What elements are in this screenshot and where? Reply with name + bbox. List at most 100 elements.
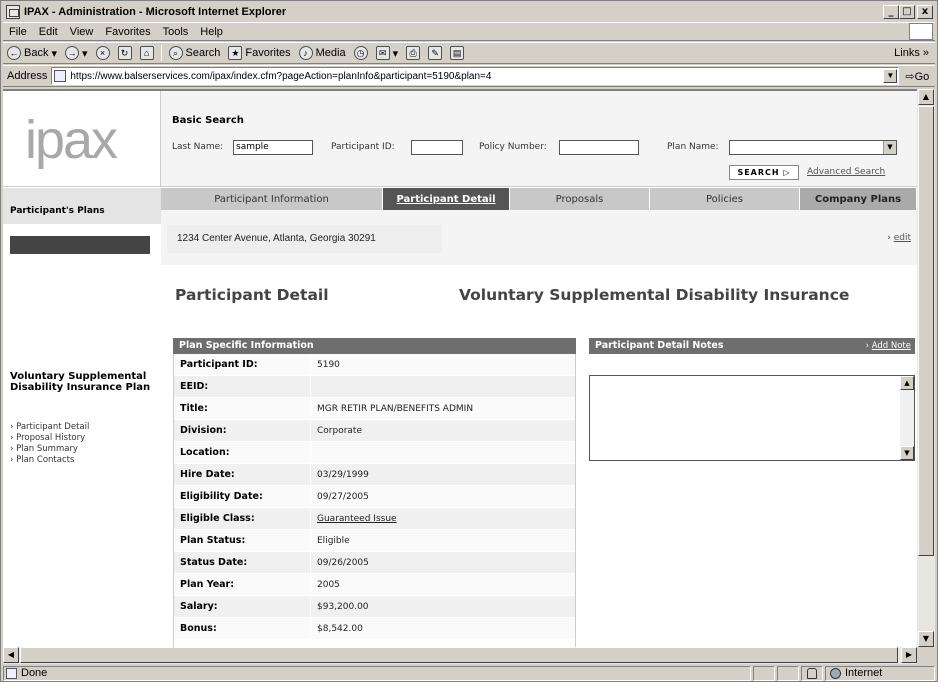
discuss-button[interactable]: ▤ xyxy=(446,46,468,60)
minimize-button[interactable]: _ xyxy=(883,5,899,19)
add-note-label: Add Note xyxy=(871,341,911,351)
address-url: https://www.balserservices.com/ipax/inde… xyxy=(70,70,492,82)
field-value: Corporate xyxy=(317,426,362,436)
forward-arrow-icon: → xyxy=(65,46,79,60)
notes-scrollbar[interactable]: ▲ ▼ xyxy=(900,376,914,460)
sidebar-plan-selector[interactable] xyxy=(10,236,150,254)
scroll-left-button[interactable]: ◀ xyxy=(3,647,19,663)
address-field[interactable]: https://www.balserservices.com/ipax/inde… xyxy=(51,67,900,85)
tab-company-plans[interactable]: Company Plans xyxy=(800,188,917,210)
history-icon: ◷ xyxy=(353,46,368,60)
scroll-up-button[interactable]: ▲ xyxy=(918,89,934,105)
plan-name-select[interactable]: ▼ xyxy=(729,140,897,155)
menu-view[interactable]: View xyxy=(64,26,100,38)
status-bar: Done Internet xyxy=(3,665,935,681)
discuss-icon: ▤ xyxy=(450,46,465,60)
search-button[interactable]: ⌕ Search xyxy=(165,46,225,60)
table-row: Eligible Class: Guaranteed Issue xyxy=(174,508,575,530)
participant-id-label: Participant ID: xyxy=(331,142,395,152)
field-label: Participant ID: xyxy=(174,354,311,375)
menu-file[interactable]: File xyxy=(3,26,33,38)
window-controls: _ □ x xyxy=(883,5,933,19)
page-title: Participant Detail xyxy=(175,286,329,304)
scroll-up-icon[interactable]: ▲ xyxy=(900,376,914,390)
horizontal-scrollbar[interactable]: ◀ ▶ xyxy=(3,647,917,664)
tab-participant-information[interactable]: Participant Information xyxy=(161,188,383,210)
sidebar-item-plan-contacts[interactable]: › Plan Contacts xyxy=(10,455,89,466)
field-value xyxy=(311,376,575,397)
tab-proposals[interactable]: Proposals xyxy=(510,188,650,210)
forward-button[interactable]: → ▾ xyxy=(61,46,92,60)
sidebar-item-proposal-history[interactable]: › Proposal History xyxy=(10,433,89,444)
ie-icon xyxy=(6,5,20,19)
plan-info-title: Plan Specific Information xyxy=(173,338,576,354)
zone-label: Internet xyxy=(845,667,883,679)
search-button-page[interactable]: SEARCH ▷ xyxy=(729,165,799,180)
table-row: Status Date: 09/26/2005 xyxy=(174,552,575,574)
field-value: 5190 xyxy=(317,360,340,370)
go-label: Go xyxy=(914,70,930,83)
tab-policies[interactable]: Policies xyxy=(650,188,800,210)
close-button[interactable]: x xyxy=(917,5,933,19)
notes-textarea[interactable]: ▲ ▼ xyxy=(589,375,915,461)
policy-number-input[interactable] xyxy=(559,140,639,155)
menu-help[interactable]: Help xyxy=(194,26,229,38)
mail-icon: ✉ xyxy=(375,46,390,60)
menu-edit[interactable]: Edit xyxy=(33,26,64,38)
address-bar: Address https://www.balserservices.com/i… xyxy=(3,65,935,87)
menu-favorites[interactable]: Favorites xyxy=(99,26,156,38)
participant-id-input[interactable] xyxy=(411,140,463,155)
home-icon: ⌂ xyxy=(139,46,154,60)
go-button[interactable]: ⇨Go xyxy=(899,70,929,83)
maximize-button[interactable]: □ xyxy=(899,5,915,19)
history-button[interactable]: ◷ xyxy=(350,46,372,60)
table-row: Title: MGR RETIR PLAN/BENEFITS ADMIN xyxy=(174,398,575,420)
scroll-down-button[interactable]: ▼ xyxy=(918,631,934,647)
status-text: Done xyxy=(21,667,48,679)
print-button[interactable]: ⎙ xyxy=(402,46,424,60)
basic-search-title: Basic Search xyxy=(172,115,244,126)
toolbar-separator xyxy=(160,45,162,61)
table-row: Eligibility Date: 09/27/2005 xyxy=(174,486,575,508)
add-note-link[interactable]: › Add Note xyxy=(866,338,915,354)
sidebar-item-participant-detail[interactable]: › Participant Detail xyxy=(10,422,89,433)
refresh-button[interactable]: ↻ xyxy=(114,46,136,60)
sidebar-plan-name: Voluntary Supplemental Disability Insura… xyxy=(10,371,151,393)
notes-panel: Participant Detail Notes › Add Note ▲ ▼ xyxy=(589,338,915,461)
field-value[interactable]: Guaranteed Issue xyxy=(311,508,575,529)
scroll-right-button[interactable]: ▶ xyxy=(901,647,917,663)
edit-link[interactable]: › edit xyxy=(887,233,911,243)
address-dropdown-button[interactable]: ▼ xyxy=(883,69,898,83)
vertical-scroll-thumb[interactable] xyxy=(918,106,934,556)
favorites-button[interactable]: ★ Favorites xyxy=(224,46,294,60)
status-main: Done xyxy=(3,665,751,681)
mail-button[interactable]: ✉ ▾ xyxy=(372,46,403,60)
menu-tools[interactable]: Tools xyxy=(157,26,195,38)
horizontal-scroll-thumb[interactable] xyxy=(20,647,898,663)
window-title: IPAX - Administration - Microsoft Intern… xyxy=(24,6,287,18)
advanced-search-link[interactable]: Advanced Search xyxy=(807,167,885,177)
links-button[interactable]: Links » xyxy=(894,47,935,59)
back-label: Back xyxy=(24,47,49,59)
field-label: Status Date: xyxy=(174,552,311,573)
refresh-icon: ↻ xyxy=(117,46,132,60)
field-value: MGR RETIR PLAN/BENEFITS ADMIN xyxy=(317,404,474,414)
sidebar: Participant's Plans Voluntary Supplement… xyxy=(3,188,161,647)
scroll-down-icon[interactable]: ▼ xyxy=(900,446,914,460)
field-value: 09/26/2005 xyxy=(317,558,369,568)
stop-button[interactable]: × xyxy=(92,46,114,60)
edit-page-button[interactable]: ✎ xyxy=(424,46,446,60)
back-button[interactable]: ← Back ▾ xyxy=(3,46,61,60)
tab-participant-detail[interactable]: Participant Detail xyxy=(383,188,510,210)
sidebar-item-plan-summary[interactable]: › Plan Summary xyxy=(10,444,89,455)
toolbar: ← Back ▾ → ▾ × ↻ ⌂ ⌕ Search ★ Favorites ♪ Medi… xyxy=(3,42,935,64)
vertical-scrollbar[interactable]: ▲ ▼ xyxy=(917,89,935,647)
last-name-input[interactable]: sample xyxy=(233,140,313,155)
media-button[interactable]: ♪ Media xyxy=(295,46,350,60)
field-label: Plan Year: xyxy=(174,574,311,595)
field-label: Title: xyxy=(174,398,311,419)
home-button[interactable]: ⌂ xyxy=(136,46,158,60)
page-icon xyxy=(54,70,67,82)
field-value: 2005 xyxy=(317,580,340,590)
media-label: Media xyxy=(315,47,346,59)
